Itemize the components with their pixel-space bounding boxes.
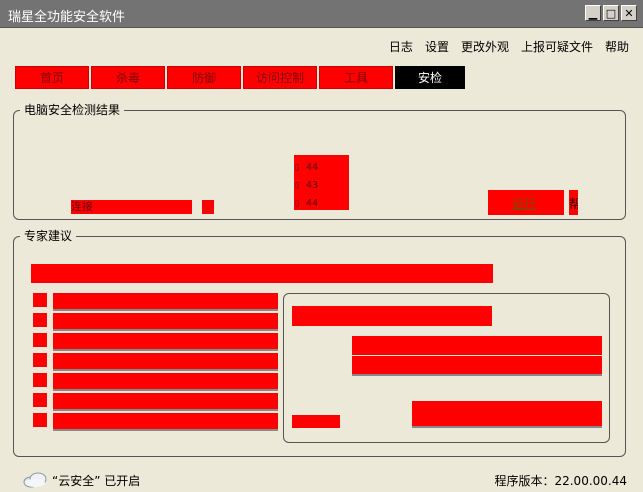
detail-line [352, 356, 602, 374]
menu-change-skin[interactable]: 更改外观 [461, 38, 509, 55]
expert-advice-panel: 专家建议 [13, 229, 626, 457]
main-tabs: 首页 杀毒 防御 访问控制 工具 安检 [15, 66, 467, 89]
help-button-label: 帮 [569, 197, 578, 211]
port-value-2: ▯ 43 [294, 180, 319, 191]
status-bar: “云安全” 已开启 程序版本：22.00.00.44 [0, 462, 643, 492]
maximize-button[interactable]: □ [603, 5, 619, 21]
connect-bar: 连接 [71, 200, 192, 214]
help-button[interactable]: 帮 [569, 190, 578, 215]
menu-log[interactable]: 日志 [389, 38, 413, 55]
advice-checkbox[interactable] [33, 333, 47, 347]
advice-item [53, 413, 278, 429]
port-value-1: ▯ 44 [294, 162, 319, 173]
close-button[interactable]: ✕ [621, 5, 637, 21]
advice-summary-bar [31, 264, 493, 283]
detail-link[interactable] [292, 415, 340, 428]
title-bar: 瑞星全功能安全软件 ▁ □ ✕ [0, 0, 643, 28]
advice-checkbox[interactable] [33, 353, 47, 367]
advice-item [53, 293, 278, 309]
tab-home[interactable]: 首页 [15, 66, 89, 89]
menu-report-file[interactable]: 上报可疑文件 [521, 38, 593, 55]
connect-label: 连接 [71, 200, 93, 213]
program-version: 程序版本：22.00.00.44 [494, 474, 627, 488]
advice-checkbox[interactable] [33, 313, 47, 327]
cloud-security-status: “云安全” 已开启 [52, 474, 141, 488]
detail-line [352, 336, 602, 355]
tab-security-check[interactable]: 安检 [395, 66, 465, 89]
tab-defense[interactable]: 防御 [167, 66, 241, 89]
advice-checkbox[interactable] [33, 393, 47, 407]
run-button[interactable]: 运行 [488, 190, 564, 215]
cloud-icon [23, 472, 47, 488]
menu-settings[interactable]: 设置 [425, 38, 449, 55]
advice-item [53, 353, 278, 369]
tab-tools[interactable]: 工具 [319, 66, 393, 89]
minimize-button[interactable]: ▁ [585, 5, 601, 21]
advice-checkbox[interactable] [33, 293, 47, 307]
port-status-block: ▯ 44 ▯ 43 ▯ 44 [294, 155, 349, 210]
connect-status-indicator [202, 200, 214, 214]
tab-access-control[interactable]: 访问控制 [243, 66, 317, 89]
advice-item [53, 393, 278, 409]
run-button-label: 运行 [512, 197, 537, 211]
advice-item [53, 373, 278, 389]
menu-help[interactable]: 帮助 [605, 38, 629, 55]
advice-detail-panel [283, 293, 610, 443]
expert-advice-legend: 专家建议 [20, 229, 77, 243]
window-title: 瑞星全功能安全软件 [8, 10, 126, 25]
detail-action-button[interactable] [412, 401, 602, 426]
top-menu: 日志 设置 更改外观 上报可疑文件 帮助 [389, 38, 629, 55]
advice-checkbox[interactable] [33, 373, 47, 387]
tab-scan[interactable]: 杀毒 [91, 66, 165, 89]
security-check-panel: 电脑安全检测结果 ▯ 44 ▯ 43 ▯ 44 连接 运行 帮 [13, 103, 626, 220]
detail-title-bar [292, 306, 492, 326]
advice-checkbox[interactable] [33, 413, 47, 427]
advice-item [53, 313, 278, 329]
port-value-3: ▯ 44 [294, 198, 319, 209]
security-check-legend: 电脑安全检测结果 [20, 103, 125, 117]
advice-item [53, 333, 278, 349]
